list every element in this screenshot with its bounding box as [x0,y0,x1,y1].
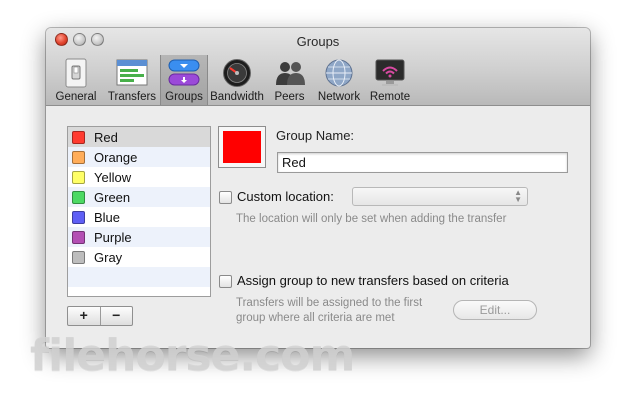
custom-location-hint: The location will only be set when addin… [236,213,507,225]
list-item[interactable]: Purple [68,227,210,247]
list-item-label: Yellow [94,169,132,185]
color-swatch [72,130,85,144]
list-item[interactable]: Yellow [68,167,210,187]
tab-network[interactable]: Network [313,55,365,105]
add-group-button[interactable]: + [68,307,100,325]
edit-criteria-button[interactable]: Edit... [453,300,537,320]
groups-pill-icon [168,59,200,86]
tab-bar: General Transfers Groups Bandwidth Peers… [48,55,415,105]
color-swatch [72,150,85,164]
tab-label: Transfers [107,91,157,103]
watermark-text: filehorse.com [30,330,355,381]
color-swatch [72,230,85,244]
group-color-well[interactable] [218,126,266,168]
group-color-fill [223,131,261,163]
tab-general[interactable]: General [48,55,104,105]
list-item[interactable]: Red [68,127,210,147]
list-item-label: Green [94,189,131,205]
list-item-label: Gray [94,249,123,265]
preferences-window: Groups General Transfers Groups Bandwidt… [46,28,590,348]
transfer-list-icon [116,59,148,86]
tab-label: Groups [165,91,203,103]
custom-location-label: Custom location: [237,189,334,204]
assign-hint-line-1: Transfers will be assigned to the first [236,297,423,309]
assign-group-checkbox[interactable] [219,275,232,288]
popup-arrows-icon: ▲ ▼ [514,188,522,204]
group-name-input[interactable] [277,152,568,173]
tab-label: General [55,91,97,103]
window-title: Groups [296,34,340,49]
list-item[interactable]: Gray [68,247,210,267]
tab-bandwidth[interactable]: Bandwidth [208,55,266,105]
people-icon [275,62,305,85]
assign-group-label: Assign group to new transfers based on c… [237,273,509,288]
tab-label: Network [317,91,361,103]
group-list[interactable]: Red Orange Yellow Green Blue Purple Gray [67,126,211,297]
remove-group-button[interactable]: − [99,307,133,325]
list-item-label: Blue [94,209,121,225]
custom-location-checkbox[interactable] [219,191,232,204]
toolbar: Groups General Transfers Groups Bandwidt… [46,28,590,106]
color-swatch [72,210,85,224]
list-edit-buttons: + − [67,306,133,326]
color-swatch [72,190,85,204]
assign-hint-line-2: group where all criteria are met [236,312,395,324]
tab-remote[interactable]: Remote [365,55,415,105]
empty-row [68,267,210,287]
monitor-wifi-icon [375,59,405,86]
color-swatch [72,170,85,184]
groups-pane: Red Orange Yellow Green Blue Purple Gray… [46,106,590,348]
list-item-label: Orange [94,149,138,165]
list-item-label: Red [94,129,118,145]
tab-peers[interactable]: Peers [266,55,313,105]
tab-label: Bandwidth [210,91,264,103]
tab-label: Remote [369,91,411,103]
custom-location-popup[interactable]: ▲ ▼ [352,187,528,206]
color-swatch [72,250,85,264]
group-name-label: Group Name: [276,128,355,143]
speedometer-icon [223,59,251,87]
tab-transfers[interactable]: Transfers [104,55,160,105]
tab-groups[interactable]: Groups [160,55,208,105]
list-item-label: Purple [94,229,132,245]
globe-icon [325,59,353,87]
light-switch-icon [65,58,87,88]
tab-label: Peers [274,91,305,103]
list-item[interactable]: Blue [68,207,210,227]
list-item[interactable]: Orange [68,147,210,167]
list-item[interactable]: Green [68,187,210,207]
